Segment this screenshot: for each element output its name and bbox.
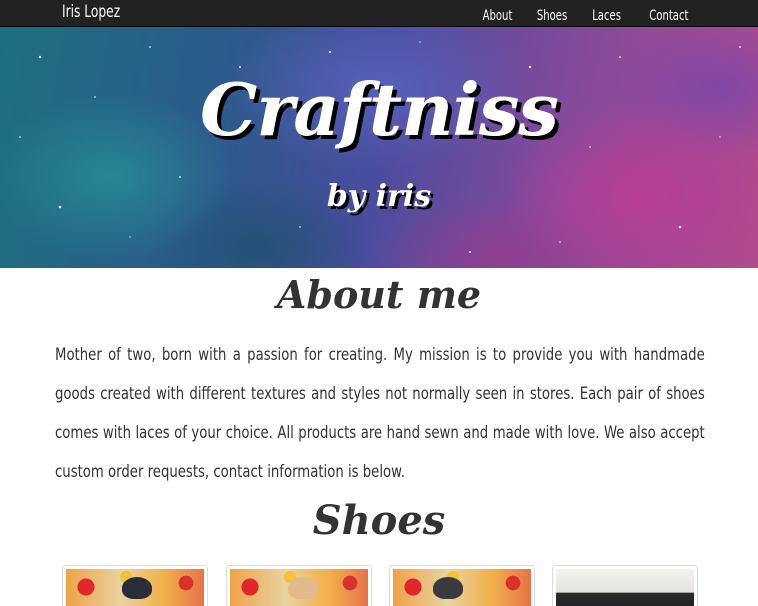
shoes-gallery [62,565,698,606]
hero-title: Craftniss [200,67,559,152]
nav-link-laces[interactable]: Laces [592,8,621,24]
bow-shoe-shape [122,577,152,599]
navbar: Iris Lopez About Shoes Laces Contact [0,0,758,27]
shoe-thumbnail[interactable] [62,565,208,606]
bow-shoe-shape [433,577,463,599]
shoe-image [556,569,694,606]
shoe-thumbnail[interactable] [389,565,535,606]
hero-banner: Craftniss by iris [0,27,758,268]
shoe-image [230,569,368,606]
nav-link-about[interactable]: About [483,8,513,24]
nav-link-shoes[interactable]: Shoes [537,8,567,24]
shoe-image [393,569,531,606]
shoe-thumbnail[interactable] [226,565,372,606]
shoes-heading: Shoes [312,497,446,544]
hero-subtitle: by iris [326,179,432,214]
about-heading: About me [276,272,482,317]
nav-menu: About Shoes Laces Contact [458,5,689,24]
shoe-image [66,569,204,606]
bow-shoe-shape [288,577,318,599]
brand-link[interactable]: Iris Lopez [62,2,120,22]
shoe-thumbnail[interactable] [552,565,698,606]
nav-link-contact[interactable]: Contact [649,8,688,24]
about-paragraph: Mother of two, born with a passion for c… [55,345,705,482]
